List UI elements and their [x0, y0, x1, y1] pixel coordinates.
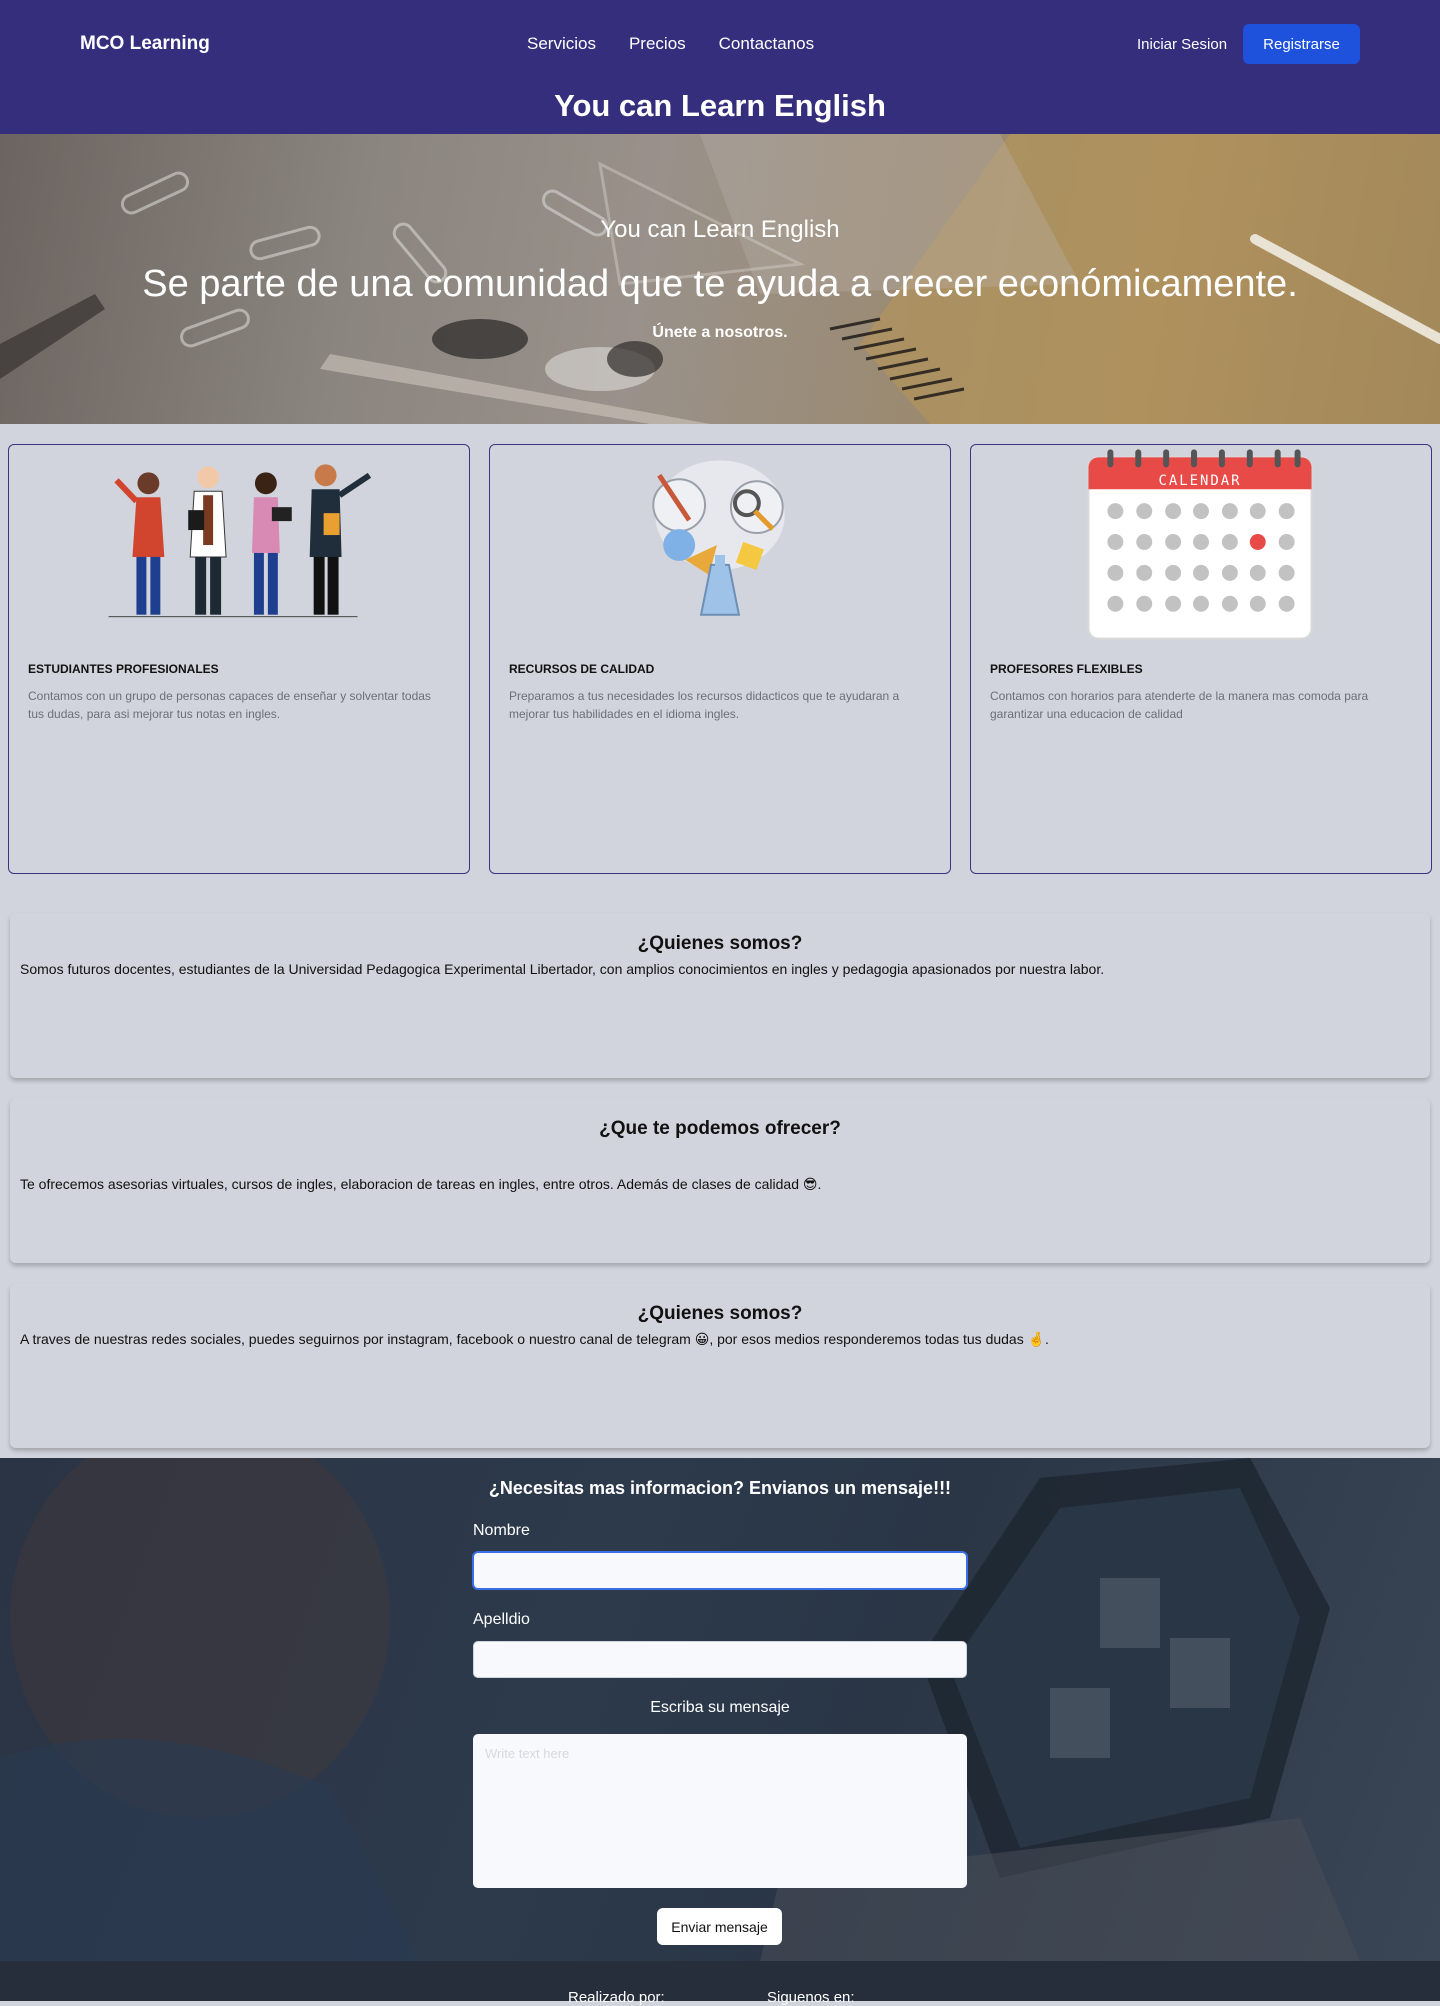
calendar-label: CALENDAR [1159, 473, 1242, 489]
top-navbar: MCO Learning Servicios Precios Contactan… [0, 0, 1440, 134]
login-link[interactable]: Iniciar Sesion [1137, 36, 1227, 53]
section-text: A traves de nuestras redes sociales, pue… [20, 1331, 1049, 1347]
resources-illustration-icon [652, 460, 785, 616]
hero-title: Se parte de una comunidad que te ayuda a… [142, 263, 1298, 305]
section-text: Somos futuros docentes, estudiantes de l… [20, 961, 1105, 977]
team-illustration-icon [108, 464, 372, 618]
hero-subtitle: You can Learn English [600, 216, 840, 243]
contact-section: ¿Necesitas mas informacion? Envianos un … [0, 1458, 1440, 1961]
card-text: Contamos con un grupo de personas capace… [28, 689, 431, 721]
section-title: ¿Que te podemos ofrecer? [599, 1118, 841, 1139]
brand-logo[interactable]: MCO Learning [80, 33, 210, 55]
nav-contactanos[interactable]: Contactanos [719, 34, 814, 54]
card-title: PROFESORES FLEXIBLES [990, 662, 1143, 676]
card-title: ESTUDIANTES PROFESIONALES [28, 662, 219, 676]
main-nav: Servicios Precios Contactanos [527, 34, 814, 54]
message-textarea[interactable] [473, 1734, 967, 1888]
send-message-button[interactable]: Enviar mensaje [657, 1908, 782, 1945]
hero-banner: You can Learn English Se parte de una co… [0, 134, 1440, 424]
register-button[interactable]: Registrarse [1243, 24, 1360, 64]
hero-cta-text: Únete a nosotros. [652, 324, 788, 341]
card-title: RECURSOS DE CALIDAD [509, 662, 655, 676]
section-text: Te ofrecemos asesorias virtuales, cursos… [20, 1176, 822, 1192]
header-title: You can Learn English [554, 88, 886, 123]
social-section: ¿Quienes somos? A traves de nuestras red… [10, 1283, 1430, 1448]
contact-title: ¿Necesitas mas informacion? Envianos un … [488, 1478, 952, 1498]
section-title: ¿Quienes somos? [637, 933, 803, 954]
footer: Realizado por: Siguenos en: [0, 1961, 1440, 2006]
lastname-input[interactable] [473, 1641, 967, 1678]
message-label: Escriba su mensaje [650, 1699, 790, 1716]
card-text: Contamos con horarios para atenderte de … [990, 689, 1369, 721]
section-title: ¿Quienes somos? [637, 1303, 803, 1324]
footer-made-by: Realizado por: [568, 1989, 665, 2006]
offer-section: ¿Que te podemos ofrecer? Te ofrecemos as… [10, 1098, 1430, 1263]
calendar-illustration-icon: CALENDAR [1087, 449, 1313, 640]
feature-card-students: ESTUDIANTES PROFESIONALES Contamos con u… [8, 444, 470, 874]
name-label: Nombre [473, 1522, 530, 1539]
lastname-label: Apelldio [473, 1611, 530, 1628]
nav-servicios[interactable]: Servicios [527, 34, 596, 54]
nav-precios[interactable]: Precios [629, 34, 686, 54]
name-input[interactable] [473, 1552, 967, 1589]
about-section: ¿Quienes somos? Somos futuros docentes, … [10, 913, 1430, 1078]
footer-follow: Siguenos en: [767, 1989, 855, 2006]
card-text: Preparamos a tus necesidades los recurso… [509, 689, 900, 721]
feature-card-resources: RECURSOS DE CALIDAD Preparamos a tus nec… [489, 444, 951, 874]
feature-card-teachers: CALENDAR PROFESORES FLEXIBLES Contamos c… [970, 444, 1432, 874]
